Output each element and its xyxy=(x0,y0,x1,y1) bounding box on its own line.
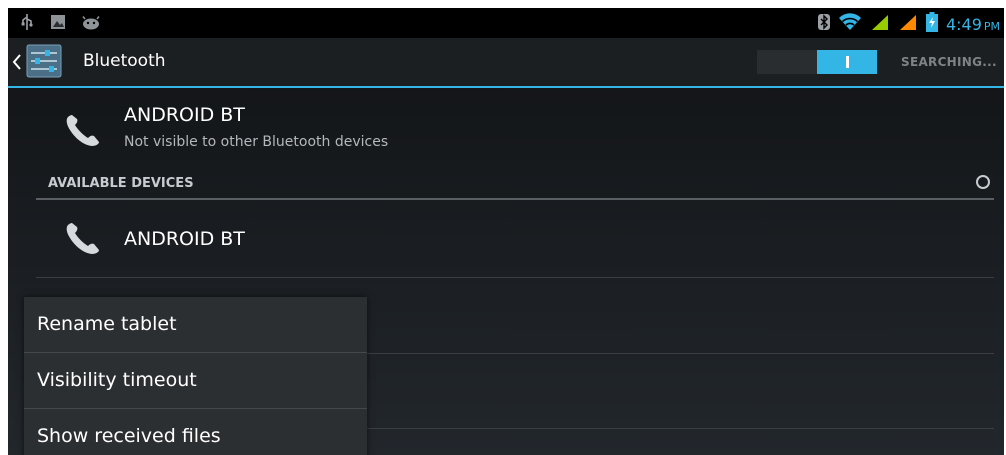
page-title: Bluetooth xyxy=(83,51,166,71)
signal-icon-2 xyxy=(898,13,918,35)
android-debug-icon xyxy=(82,15,100,34)
status-bar-right: 4:49 PM xyxy=(817,12,1000,36)
this-device-row[interactable]: ANDROID BT Not visible to other Bluetoot… xyxy=(36,90,1004,164)
status-bar: 4:49 PM xyxy=(8,8,1004,38)
action-bar: Bluetooth SEARCHING... xyxy=(8,38,1004,88)
signal-icon xyxy=(870,13,890,35)
scan-progress-icon xyxy=(976,175,990,189)
menu-item-show-received-files[interactable]: Show received files xyxy=(24,409,367,455)
this-device-visibility: Not visible to other Bluetooth devices xyxy=(124,134,389,150)
up-chevron-icon[interactable] xyxy=(12,53,22,75)
clock-ampm: PM xyxy=(983,19,1000,33)
usb-icon xyxy=(20,13,34,35)
bluetooth-toggle-switch[interactable] xyxy=(757,50,877,74)
available-device-name: ANDROID BT xyxy=(124,228,245,250)
menu-item-visibility-timeout[interactable]: Visibility timeout xyxy=(24,353,367,409)
list-divider xyxy=(36,277,994,278)
status-bar-left xyxy=(20,13,100,35)
menu-item-rename-tablet[interactable]: Rename tablet xyxy=(24,297,367,353)
phone-icon xyxy=(64,114,102,152)
overflow-menu: Rename tablet Visibility timeout Show re… xyxy=(24,297,367,455)
toggle-thumb[interactable] xyxy=(817,50,877,74)
searching-status[interactable]: SEARCHING... xyxy=(901,55,997,69)
phone-icon xyxy=(64,222,102,260)
wifi-icon xyxy=(838,13,862,35)
bluetooth-icon xyxy=(817,13,830,35)
clock-time: 4:49 xyxy=(945,14,982,34)
menu-item-label: Visibility timeout xyxy=(37,369,197,391)
status-clock: 4:49 PM xyxy=(946,15,1000,34)
menu-item-label: Rename tablet xyxy=(37,313,177,335)
menu-item-label: Show received files xyxy=(37,425,221,447)
battery-charging-icon xyxy=(925,12,938,36)
settings-app-icon[interactable] xyxy=(26,44,62,78)
available-devices-header: AVAILABLE DEVICES xyxy=(36,166,994,200)
available-devices-title: AVAILABLE DEVICES xyxy=(48,176,194,191)
image-notification-icon xyxy=(50,14,66,34)
tablet-screen: 4:49 PM Bluetooth SEARCHING... ANDROID B… xyxy=(8,8,1004,455)
available-device-item[interactable]: ANDROID BT xyxy=(36,202,1004,276)
this-device-name: ANDROID BT xyxy=(124,104,245,126)
